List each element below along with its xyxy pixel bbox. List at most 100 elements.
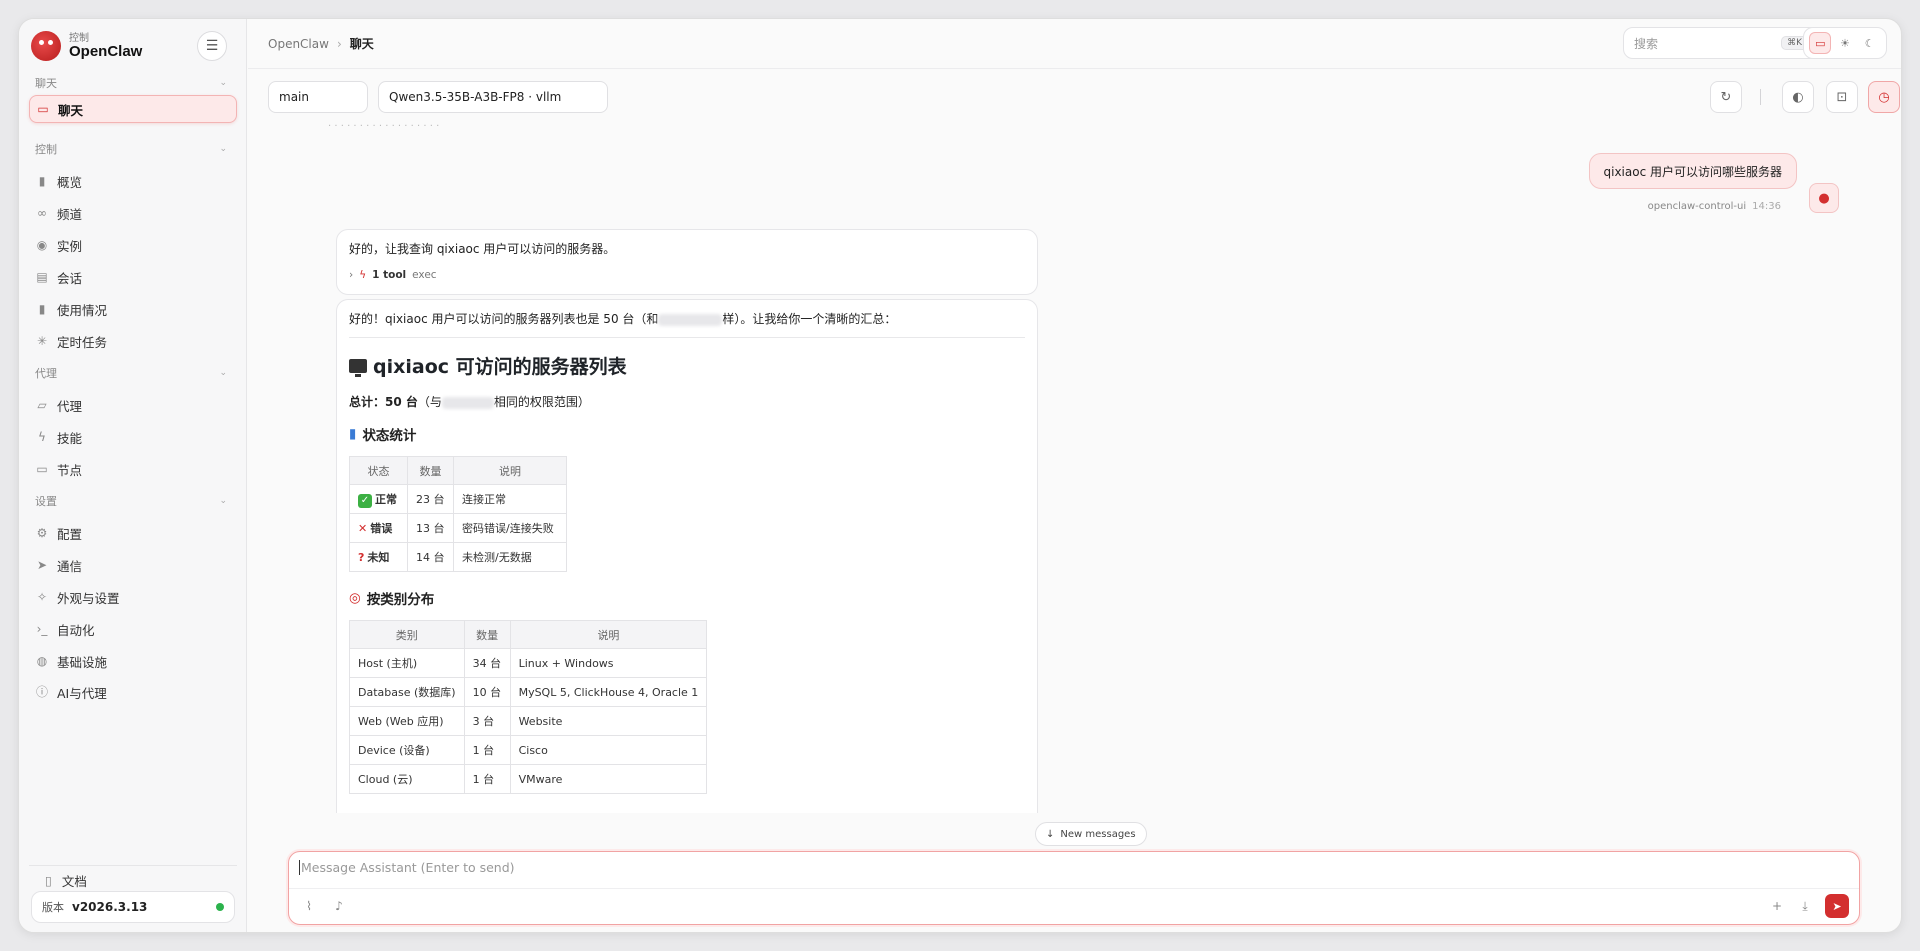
moon-icon[interactable]: ☾: [1859, 32, 1881, 54]
sidebar-item-sessions[interactable]: ▤ 会话: [29, 261, 237, 293]
globe-icon: ◍: [36, 654, 48, 668]
main-panel: OpenClaw › 聊天 搜索 ⌘K ▭ ☀ ☾ main Qwen3.5-3…: [248, 19, 1901, 932]
breadcrumb-separator-icon: ›: [336, 36, 342, 51]
sidebar-item-ai-agents[interactable]: ⓘ AI与代理: [29, 677, 237, 701]
tool-call-summary[interactable]: › ϟ 1 tool exec: [349, 269, 1025, 281]
docs-label: 文档: [61, 874, 87, 889]
table-cell: MySQL 5, ClickHouse 4, Oracle 1: [509, 677, 708, 707]
paperclip-icon[interactable]: ⌇: [297, 894, 321, 918]
terminal-icon: ›_: [36, 622, 48, 636]
sidebar-item-label: 会话: [57, 270, 83, 286]
total-text-b: 相同的权限范围）: [493, 395, 590, 409]
sidebar-item-usage[interactable]: ▮ 使用情况: [29, 293, 237, 325]
assistant-message-intro: 好的！qixiaoc 用户可以访问的服务器列表也是 50 台（和 样）。让我给你一…: [349, 310, 1025, 327]
sidebar-item-comms[interactable]: ➤ 通信: [29, 549, 237, 581]
send-button[interactable]: ➤: [1825, 894, 1849, 918]
table-header-row: 类别 数量 说明: [349, 620, 708, 649]
assistant-message-bubble: 好的，让我查询 qixiaoc 用户可以访问的服务器。 › ϟ 1 tool e…: [336, 229, 1038, 295]
sidebar-item-label: 技能: [57, 430, 83, 446]
bolt-icon: ϟ: [359, 269, 367, 281]
openclaw-logo-icon: [31, 31, 61, 61]
download-icon[interactable]: ⤓: [1793, 894, 1817, 918]
sidebar-item-label: 自动化: [57, 622, 95, 638]
question-icon: ?: [358, 551, 365, 564]
sidebar-item-channels[interactable]: ∞ 频道: [29, 197, 237, 229]
section-title: 代理: [35, 367, 57, 380]
category-heading: ◎ 按类别分布: [349, 588, 1025, 608]
search-input[interactable]: 搜索 ⌘K: [1623, 27, 1819, 59]
sidebar-item-config[interactable]: ⚙ 配置: [29, 517, 237, 549]
table-header: 类别: [349, 620, 465, 649]
user-message-text: qixiaoc 用户可以访问哪些服务器: [1603, 164, 1783, 179]
breadcrumb-root[interactable]: OpenClaw: [268, 37, 329, 51]
chevron-down-icon: ⌄: [219, 496, 227, 506]
sidebar-item-appearance[interactable]: ✧ 外观与设置: [29, 581, 237, 613]
user-message-meta: openclaw-control-ui 14:36: [1648, 201, 1781, 212]
sidebar-item-chat[interactable]: ▭ 聊天: [29, 95, 237, 123]
intro-text-b: 样）。让我给你一个清晰的汇总：: [722, 312, 897, 326]
cross-icon: ✕: [358, 522, 368, 535]
cell-text: 正常: [375, 492, 397, 506]
link-icon: ∞: [37, 206, 47, 220]
tool-count: 1 tool: [372, 269, 407, 281]
sidebar-item-infrastructure[interactable]: ◍ 基础设施: [29, 645, 237, 677]
sidebar-item-label: 基础设施: [57, 654, 108, 670]
monitor-icon[interactable]: ▭: [1809, 32, 1832, 54]
history-button[interactable]: ◷: [1868, 81, 1900, 113]
session-select[interactable]: main: [268, 81, 368, 113]
total-line: 总计：50 台（与 相同的权限范围）: [349, 393, 1025, 410]
user-avatar: ●: [1809, 183, 1839, 213]
sidebar-item-nodes[interactable]: ▭ 节点: [29, 453, 237, 485]
sun-icon[interactable]: ☀: [1834, 32, 1856, 54]
model-value: Qwen3.5-35B-A3B-FP8 · vllm: [389, 90, 562, 104]
table-header-row: 状态 数量 说明: [349, 456, 567, 485]
send-icon: ➤: [1832, 899, 1842, 913]
sparkle-icon: ✧: [36, 590, 48, 604]
sidebar-item-label: AI与代理: [57, 686, 107, 701]
message-time: 14:36: [1752, 201, 1781, 212]
new-messages-button[interactable]: ↓ New messages: [1035, 822, 1147, 846]
section-header[interactable]: 代理 ⌄: [19, 363, 247, 383]
sidebar-section-settings: 设置 ⌄ ⚙ 配置 ➤ 通信 ✧ 外观与设置 ›_ 自动化 ◍ 基础设施 ⓘ AI与代理: [19, 491, 247, 701]
focus-button[interactable]: ⊡: [1826, 81, 1858, 113]
message-composer: Message Assistant (Enter to send) ⌇ ♪ + …: [288, 851, 1860, 925]
sidebar-item-overview[interactable]: ▮ 概览: [29, 165, 237, 197]
hamburger-icon: ☰: [205, 38, 219, 54]
total-value: 50 台: [385, 395, 418, 409]
sidebar-item-automation[interactable]: ›_ 自动化: [29, 613, 237, 645]
sidebar-item-label: 配置: [57, 526, 83, 542]
sidebar-item-agents[interactable]: ▱ 代理: [29, 389, 237, 421]
message-input[interactable]: Message Assistant (Enter to send): [299, 860, 515, 875]
session-value: main: [279, 90, 309, 104]
table-header: 数量: [463, 620, 511, 649]
info-icon: ⓘ: [35, 685, 48, 699]
sidebar-item-skills[interactable]: ϟ 技能: [29, 421, 237, 453]
previous-message-meta: · · · · · · · · · · · · · · · · · ·: [328, 123, 440, 132]
sidebar-item-instances[interactable]: ◉ 实例: [29, 229, 237, 261]
section-header[interactable]: 设置 ⌄: [19, 491, 247, 511]
divider: [349, 337, 1025, 338]
section-header[interactable]: 聊天 ⌄: [19, 73, 247, 93]
sidebar-item-label: 节点: [57, 462, 83, 478]
section-title: 设置: [35, 495, 57, 508]
table-row: Device (设备) 1 台 Cisco: [349, 735, 708, 765]
model-select[interactable]: Qwen3.5-35B-A3B-FP8 · vllm: [378, 81, 608, 113]
microphone-icon[interactable]: ♪: [327, 894, 351, 918]
think-button[interactable]: ◐: [1782, 81, 1814, 113]
status-heading-text: 状态统计: [362, 428, 417, 444]
refresh-button[interactable]: ↻: [1710, 81, 1742, 113]
section-header[interactable]: 控制 ⌄: [19, 139, 247, 159]
sidebar-item-label: 聊天: [58, 102, 84, 118]
sidebar-item-cron[interactable]: ✳ 定时任务: [29, 325, 237, 357]
brand[interactable]: 控制 OpenClaw: [31, 31, 142, 61]
sidebar-toggle-button[interactable]: ☰: [197, 31, 227, 61]
check-icon: ✓: [358, 493, 372, 508]
app-window: 控制 OpenClaw ☰ 聊天 ⌄ ▭ 聊天 控制 ⌄ ▮ 概览 ∞ 频道 ◉ 实例 ▤ 会…: [18, 18, 1902, 933]
table-cell: ✕ 错误: [349, 513, 408, 543]
status-table: 状态 数量 说明 ✓ 正常 23 台 连接正常 ✕ 错误 13 台 密码错误/连接失…: [349, 456, 567, 572]
version-value: v2026.3.13: [72, 900, 148, 914]
user-name: openclaw-control-ui: [1647, 201, 1747, 212]
breadcrumb-current: 聊天: [349, 37, 374, 51]
divider: [289, 888, 1859, 889]
plus-icon[interactable]: +: [1765, 894, 1789, 918]
